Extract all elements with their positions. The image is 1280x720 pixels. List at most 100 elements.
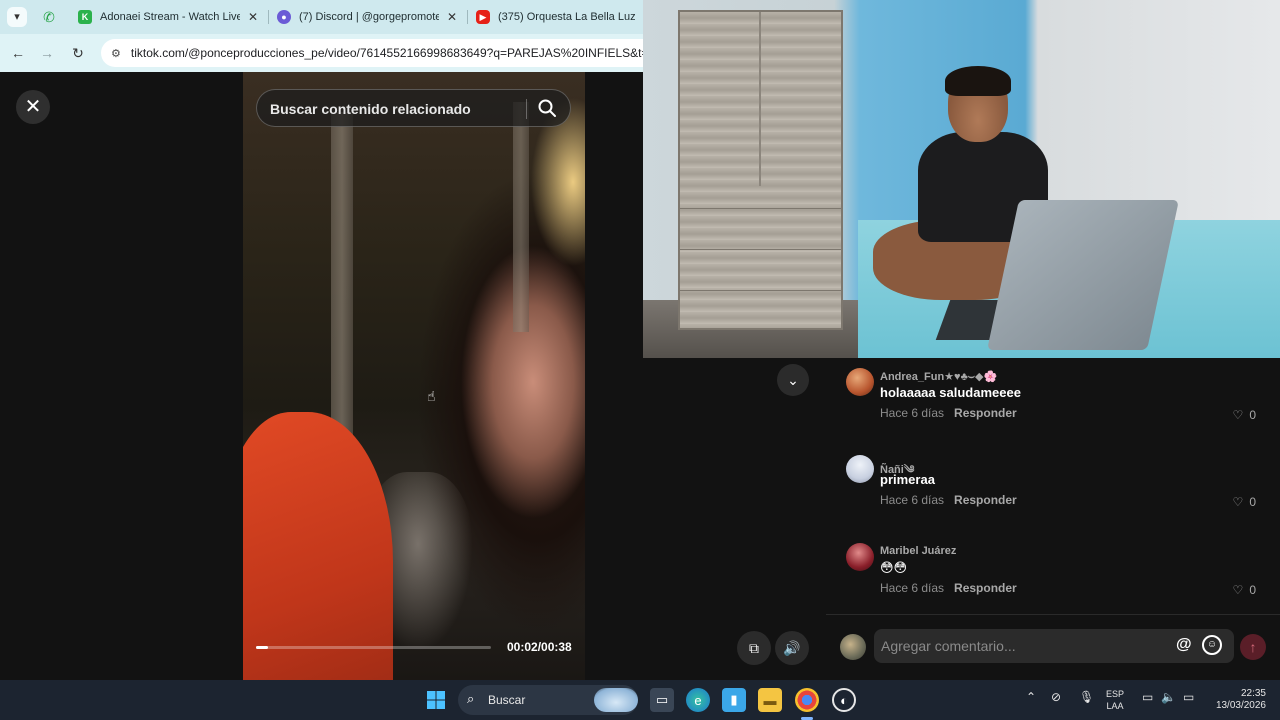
webcam-scene-detail: [945, 66, 1011, 96]
video-progress-fill: [256, 646, 269, 649]
comment-date: Hace 6 días: [880, 581, 945, 595]
webcam-scene-detail: [680, 249, 841, 250]
clock-date: 13/03/2026: [1215, 700, 1266, 711]
clock-time: 22:35: [1240, 688, 1266, 699]
avatar[interactable]: [846, 543, 874, 571]
reply-button[interactable]: Responder: [954, 493, 1017, 507]
no-network-icon[interactable]: ⊘: [1051, 690, 1061, 704]
tiktok-viewer: ✕ Buscar contenido relacionado ☝ 00:02/0…: [0, 72, 643, 680]
webcam-scene-wardrobe: [678, 10, 843, 330]
picture-in-picture-icon[interactable]: ⧉: [737, 631, 771, 665]
like-count: 0: [1249, 583, 1256, 597]
send-arrow-icon[interactable]: ↑: [1240, 634, 1266, 660]
hand-cursor-icon: ☝: [427, 388, 436, 404]
comment-text: holaaaaa saludameeee: [880, 385, 1021, 400]
comment-date: Hace 6 días: [880, 406, 945, 420]
like-button[interactable]: ♡ 0: [1233, 408, 1256, 422]
related-content-search[interactable]: Buscar contenido relacionado: [256, 89, 571, 127]
avatar[interactable]: [846, 368, 874, 396]
comment-meta: Hace 6 días Responder: [880, 406, 1017, 420]
windows-logo-icon: [427, 691, 445, 709]
youtube-icon: ▶: [476, 10, 490, 24]
like-button[interactable]: ♡ 0: [1233, 583, 1256, 597]
heart-icon: ♡: [1232, 583, 1244, 597]
site-info-icon[interactable]: ⚙: [111, 47, 121, 60]
video-player[interactable]: Buscar contenido relacionado ☝ 00:02/00:…: [243, 72, 585, 680]
comment-date: Hace 6 días: [880, 493, 945, 507]
webcam-scene-detail: [680, 290, 841, 292]
close-tab-icon[interactable]: ✕: [248, 10, 258, 24]
show-hidden-icons-icon[interactable]: ⌃: [1026, 690, 1036, 704]
tab-title: (375) Orquesta La Bella Luz - M: [498, 11, 635, 23]
comment-input[interactable]: Agregar comentario... @ ☺: [874, 629, 1234, 663]
forward-arrow-icon[interactable]: →: [37, 43, 57, 63]
language-code: ESP: [1106, 689, 1125, 699]
webcam-overlay: [643, 0, 1280, 358]
reply-button[interactable]: Responder: [954, 406, 1017, 420]
taskbar: ⌕ Buscar ▭ e ▮ ▬ ◐ ⌃ ⊘ 🎙 ESP LAA ▭ 🔈 ▭ 2…: [0, 680, 1280, 720]
windows-start-icon[interactable]: [424, 688, 448, 712]
taskbar-search[interactable]: ⌕ Buscar: [458, 685, 638, 715]
comment-meta: Hace 6 días Responder: [880, 581, 1017, 595]
tab-youtube[interactable]: ▶ (375) Orquesta La Bella Luz - M: [468, 5, 643, 29]
kick-k-icon: K: [78, 10, 92, 24]
address-bar[interactable]: ⚙ tiktok.com/@ponceproducciones_pe/video…: [101, 39, 661, 67]
search-icon: ⌕: [467, 691, 475, 706]
tab-title: Adonaei Stream - Watch Live o: [100, 11, 240, 23]
microphone-icon[interactable]: 🎙: [1079, 690, 1094, 704]
close-tab-icon[interactable]: ✕: [447, 10, 457, 24]
search-placeholder: Buscar contenido relacionado: [270, 101, 471, 117]
file-explorer-icon[interactable]: ▬: [758, 688, 782, 712]
search-divider: [526, 99, 527, 119]
tab-title: (7) Discord | @gorgepromoter: [299, 11, 439, 23]
language-indicator[interactable]: ESP LAA: [1106, 688, 1124, 712]
comment-text: primeraa: [880, 472, 935, 487]
keyboard-layout: LAA: [1106, 701, 1124, 711]
speaker-icon[interactable]: 🔈: [1161, 690, 1176, 704]
chrome-icon[interactable]: [795, 688, 819, 712]
mention-icon[interactable]: @: [1176, 636, 1192, 654]
avatar[interactable]: [840, 634, 866, 660]
comment-username[interactable]: Maribel Juárez: [880, 545, 956, 557]
edge-icon[interactable]: e: [686, 688, 710, 712]
comments-divider: [826, 614, 1280, 615]
video-progress-bar[interactable]: [256, 646, 491, 649]
reload-icon[interactable]: ↻: [68, 43, 88, 63]
display-icon[interactable]: ▭: [1142, 690, 1153, 704]
heart-icon: ♡: [1232, 495, 1244, 509]
comment-item: Ñañi༄ primeraa Hace 6 días Responder ♡ 0: [846, 455, 1280, 525]
comment-meta: Hace 6 días Responder: [880, 493, 1017, 507]
tab-kick[interactable]: K Adonaei Stream - Watch Live o ✕: [70, 5, 266, 29]
like-count: 0: [1249, 495, 1256, 509]
video-frame-detail: [513, 102, 529, 332]
comment-text: 😳😳: [880, 560, 908, 575]
discord-icon: ●: [277, 10, 291, 24]
comment-item: Maribel Juárez 😳😳 Hace 6 días Responder ♡…: [846, 543, 1280, 613]
avatar[interactable]: [846, 455, 874, 483]
task-view-icon[interactable]: ▭: [650, 688, 674, 712]
whatsapp-pinned-tab-icon[interactable]: ✆: [40, 8, 58, 26]
tab-discord[interactable]: ● (7) Discord | @gorgepromoter ✕: [269, 5, 465, 29]
comment-input-placeholder: Agregar comentario...: [881, 638, 1016, 654]
obs-icon[interactable]: ◐: [832, 688, 856, 712]
back-arrow-icon[interactable]: ←: [8, 43, 28, 63]
emoji-icon[interactable]: ☺: [1202, 635, 1222, 655]
video-time: 00:02/00:38: [507, 640, 572, 654]
webcam-scene-detail: [680, 207, 841, 209]
webcam-scene-laptop: [987, 200, 1179, 350]
chevron-down-icon[interactable]: ⌄: [777, 364, 809, 396]
battery-icon[interactable]: ▭: [1183, 690, 1194, 704]
reply-button[interactable]: Responder: [954, 581, 1017, 595]
browser-toolbar: ← → ↻ ⚙ tiktok.com/@ponceproducciones_pe…: [0, 34, 661, 72]
comments-panel: ⌄ Andrea_Fun★♥♣⌣◆🌸 holaaaaa saludameeee …: [643, 358, 1280, 680]
search-icon[interactable]: [537, 98, 557, 118]
system-clock[interactable]: 22:35 13/03/2026: [1210, 688, 1266, 712]
like-button[interactable]: ♡ 0: [1233, 495, 1256, 509]
volume-icon[interactable]: 🔊: [775, 631, 809, 665]
browser-window: ▾ ✆ K Adonaei Stream - Watch Live o ✕ ● …: [0, 0, 661, 72]
comment-item: Andrea_Fun★♥♣⌣◆🌸 holaaaaa saludameeee Ha…: [846, 368, 1280, 438]
close-video-button[interactable]: ✕: [16, 90, 50, 124]
store-icon[interactable]: ▮: [722, 688, 746, 712]
tab-search-menu-button[interactable]: ▾: [7, 7, 27, 27]
comment-username[interactable]: Andrea_Fun★♥♣⌣◆🌸: [880, 370, 997, 384]
